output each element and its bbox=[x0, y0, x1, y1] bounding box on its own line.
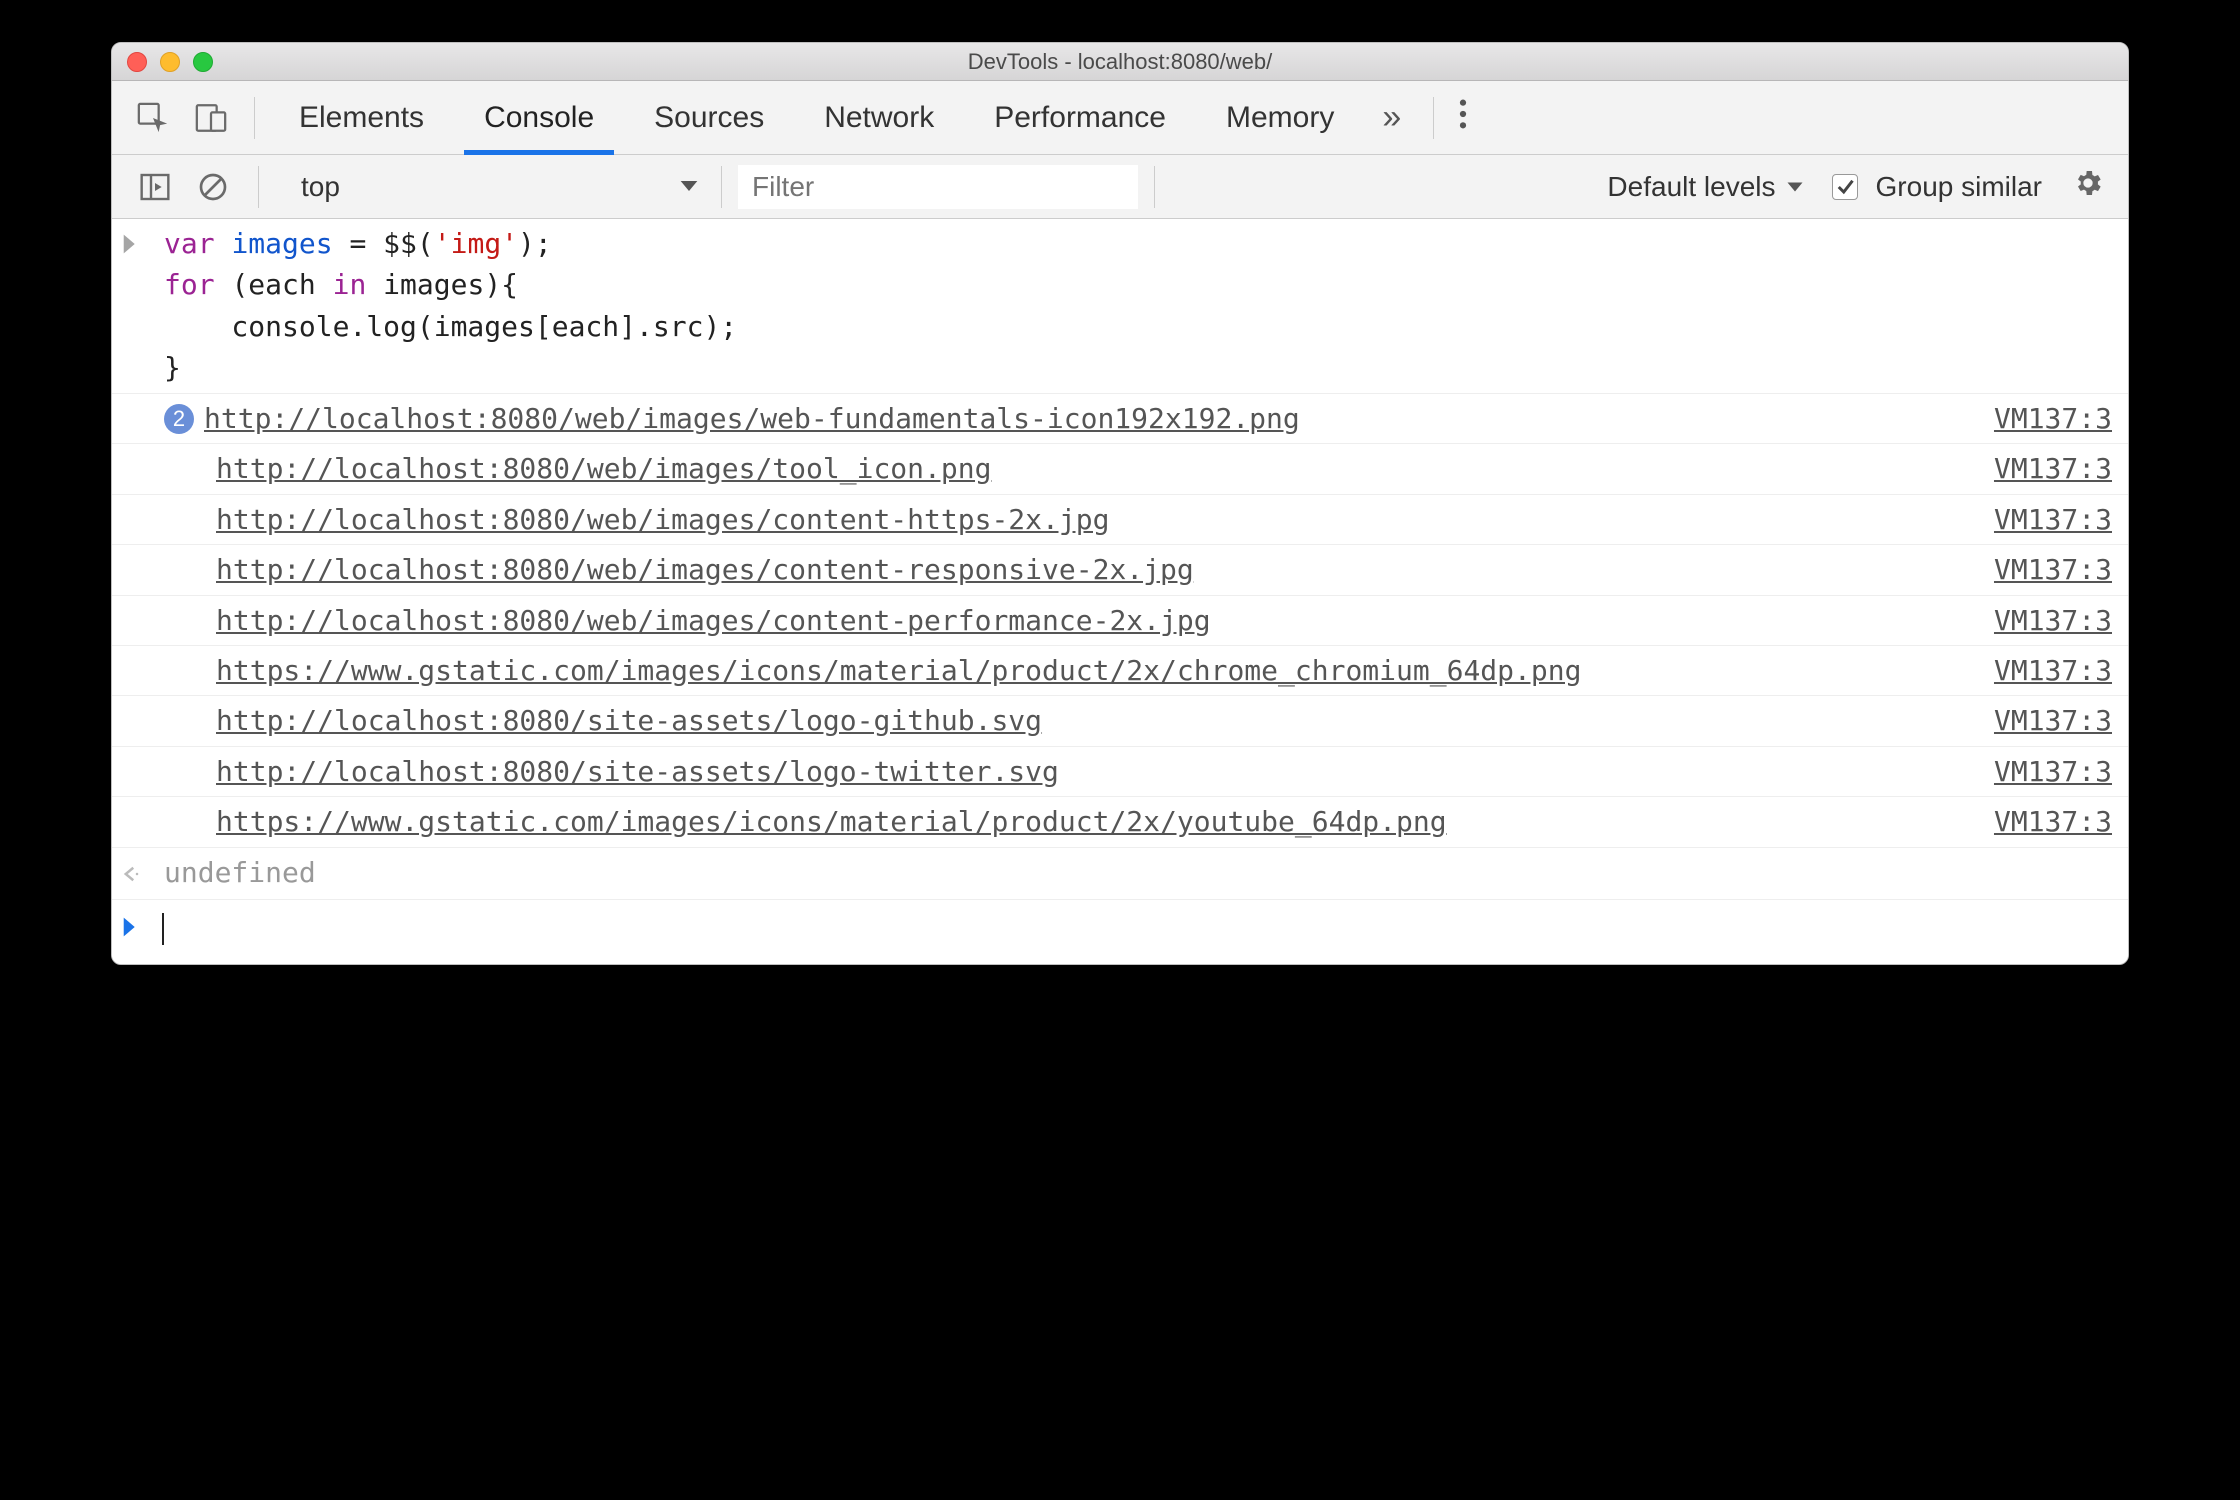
divider bbox=[1154, 166, 1155, 208]
console-filter-input[interactable] bbox=[738, 165, 1138, 209]
log-gutter bbox=[122, 700, 156, 702]
tab-network[interactable]: Network bbox=[794, 81, 964, 154]
code-entry: var images = $$('img'); for (each in ima… bbox=[156, 223, 2112, 389]
console-log-row: http://localhost:8080/web/images/content… bbox=[112, 596, 2128, 646]
input-caret-icon bbox=[122, 223, 156, 266]
minimize-window-button[interactable] bbox=[160, 52, 180, 72]
divider bbox=[254, 97, 255, 139]
log-message: http://localhost:8080/site-assets/logo-g… bbox=[156, 700, 1974, 741]
maximize-window-button[interactable] bbox=[193, 52, 213, 72]
chevron-down-icon bbox=[1786, 171, 1804, 203]
log-source-link[interactable]: VM137:3 bbox=[1974, 650, 2112, 691]
devtools-window: DevTools - localhost:8080/web/ Elements … bbox=[111, 42, 2129, 965]
log-url-link[interactable]: http://localhost:8080/site-assets/logo-t… bbox=[216, 755, 1059, 788]
log-gutter bbox=[122, 801, 156, 803]
log-url-link[interactable]: http://localhost:8080/web/images/content… bbox=[216, 553, 1194, 586]
log-level-label: Default levels bbox=[1607, 171, 1775, 203]
console-settings-icon[interactable] bbox=[2072, 167, 2104, 206]
console-input-echo: var images = $$('img'); for (each in ima… bbox=[112, 219, 2128, 394]
log-source-link[interactable]: VM137:3 bbox=[1974, 398, 2112, 439]
execution-context-selector[interactable]: top bbox=[285, 165, 705, 209]
console-log-row: http://localhost:8080/web/images/content… bbox=[112, 545, 2128, 595]
console-log-row: https://www.gstatic.com/images/icons/mat… bbox=[112, 797, 2128, 847]
log-source-link[interactable]: VM137:3 bbox=[1974, 448, 2112, 489]
console-return-row: undefined bbox=[112, 848, 2128, 900]
log-message: http://localhost:8080/site-assets/logo-t… bbox=[156, 751, 1974, 792]
log-url-link[interactable]: http://localhost:8080/site-assets/logo-g… bbox=[216, 704, 1042, 737]
group-similar-label: Group similar bbox=[1876, 171, 2042, 203]
execution-context-label: top bbox=[301, 171, 340, 203]
console-log-row: http://localhost:8080/web/images/content… bbox=[112, 495, 2128, 545]
console-log-row: 2 http://localhost:8080/web/images/web-fu… bbox=[112, 394, 2128, 444]
log-source-link[interactable]: VM137:3 bbox=[1974, 549, 2112, 590]
console-toolbar: top Default levels Group similar bbox=[112, 155, 2128, 219]
console-prompt[interactable] bbox=[112, 900, 2128, 963]
log-url-link[interactable]: https://www.gstatic.com/images/icons/mat… bbox=[216, 805, 1447, 838]
prompt-caret-icon bbox=[122, 908, 156, 949]
text-cursor bbox=[162, 913, 164, 945]
console-log-row: http://localhost:8080/site-assets/logo-g… bbox=[112, 696, 2128, 746]
log-gutter bbox=[122, 398, 156, 400]
chevron-down-icon bbox=[679, 171, 699, 203]
log-message: http://localhost:8080/web/images/content… bbox=[156, 600, 1974, 641]
console-log-row: http://localhost:8080/web/images/tool_ic… bbox=[112, 444, 2128, 494]
window-title: DevTools - localhost:8080/web/ bbox=[112, 49, 2128, 75]
close-window-button[interactable] bbox=[127, 52, 147, 72]
repeat-count-badge: 2 bbox=[164, 404, 194, 434]
divider bbox=[258, 166, 259, 208]
titlebar: DevTools - localhost:8080/web/ bbox=[112, 43, 2128, 81]
console-output: var images = $$('img'); for (each in ima… bbox=[112, 219, 2128, 964]
log-message: https://www.gstatic.com/images/icons/mat… bbox=[156, 801, 1974, 842]
log-url-link[interactable]: http://localhost:8080/web/images/content… bbox=[216, 604, 1211, 637]
tab-performance[interactable]: Performance bbox=[964, 81, 1196, 154]
log-url-link[interactable]: https://www.gstatic.com/images/icons/mat… bbox=[216, 654, 1581, 687]
console-log-row: https://www.gstatic.com/images/icons/mat… bbox=[112, 646, 2128, 696]
console-log-row: http://localhost:8080/site-assets/logo-t… bbox=[112, 747, 2128, 797]
inspect-element-icon[interactable] bbox=[130, 95, 176, 141]
log-gutter bbox=[122, 650, 156, 652]
tab-sources[interactable]: Sources bbox=[624, 81, 794, 154]
log-source-link[interactable]: VM137:3 bbox=[1974, 751, 2112, 792]
log-message: https://www.gstatic.com/images/icons/mat… bbox=[156, 650, 1974, 691]
log-message: http://localhost:8080/web/images/content… bbox=[156, 549, 1974, 590]
log-gutter bbox=[122, 549, 156, 551]
tab-elements[interactable]: Elements bbox=[269, 81, 454, 154]
devtools-tabbar: Elements Console Sources Network Perform… bbox=[112, 81, 2128, 155]
log-level-filter[interactable]: Default levels Group similar bbox=[1607, 167, 2114, 206]
log-source-link[interactable]: VM137:3 bbox=[1974, 801, 2112, 842]
log-gutter bbox=[122, 448, 156, 450]
log-message: http://localhost:8080/web/images/content… bbox=[156, 499, 1974, 540]
traffic-lights bbox=[112, 52, 213, 72]
console-sidebar-toggle-icon[interactable] bbox=[134, 166, 176, 208]
return-value: undefined bbox=[156, 852, 2112, 893]
log-gutter bbox=[122, 600, 156, 602]
log-message: http://localhost:8080/web/images/tool_ic… bbox=[156, 448, 1974, 489]
return-arrow-icon bbox=[122, 852, 156, 895]
device-toolbar-icon[interactable] bbox=[188, 95, 234, 141]
devtools-menu-button[interactable] bbox=[1448, 97, 1478, 139]
tab-memory[interactable]: Memory bbox=[1196, 81, 1364, 154]
log-url-link[interactable]: http://localhost:8080/web/images/web-fun… bbox=[204, 402, 1300, 435]
clear-console-icon[interactable] bbox=[192, 166, 234, 208]
tab-console[interactable]: Console bbox=[454, 81, 624, 154]
log-url-link[interactable]: http://localhost:8080/web/images/content… bbox=[216, 503, 1109, 536]
divider bbox=[721, 166, 722, 208]
divider bbox=[1433, 97, 1434, 139]
log-message: 2 http://localhost:8080/web/images/web-fu… bbox=[156, 398, 1974, 439]
log-source-link[interactable]: VM137:3 bbox=[1974, 600, 2112, 641]
group-similar-checkbox[interactable] bbox=[1832, 174, 1858, 200]
log-url-link[interactable]: http://localhost:8080/web/images/tool_ic… bbox=[216, 452, 991, 485]
log-gutter bbox=[122, 499, 156, 501]
tabs-overflow-button[interactable]: » bbox=[1364, 98, 1419, 137]
log-gutter bbox=[122, 751, 156, 753]
log-source-link[interactable]: VM137:3 bbox=[1974, 499, 2112, 540]
log-source-link[interactable]: VM137:3 bbox=[1974, 700, 2112, 741]
